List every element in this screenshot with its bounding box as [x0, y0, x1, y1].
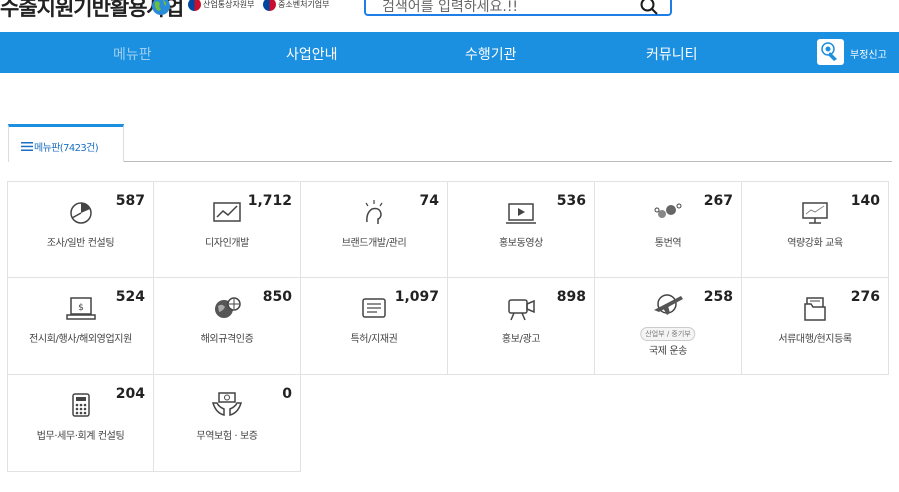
tab-menu[interactable]: 메뉴판(7423건) [8, 124, 124, 162]
video-icon [506, 203, 536, 224]
ministry-logo-sme[interactable]: 중소벤처기업부 [263, 0, 330, 11]
search-box[interactable]: 검색어를 입력하세요.!! [364, 0, 672, 16]
menu-card[interactable]: 276 서류대행/현지등록 [742, 278, 889, 375]
menu-card[interactable]: 258 산업부 / 중기부 국제 운송 [595, 278, 742, 375]
education-icon [802, 202, 828, 224]
menu-icon [21, 142, 33, 151]
card-label: 디자인개발 [204, 238, 249, 249]
calculator-icon [71, 393, 90, 417]
patent-icon [362, 298, 386, 318]
card-count: 276 [850, 289, 880, 305]
transport-icon [654, 294, 683, 315]
card-count: 850 [262, 289, 292, 305]
card-count: 524 [115, 289, 145, 305]
menu-card[interactable]: 74 브랜드개발/관리 [301, 181, 448, 278]
taegeuk-icon [263, 0, 276, 11]
card-label: 법무·세무·회계 컨설팅 [36, 431, 125, 442]
report-button[interactable] [817, 39, 844, 65]
top-header: 수출지원기반활용사업 산업통상자원부 중소벤처기업부 검색어를 입력하세요.!! [0, 0, 899, 32]
card-label: 서류대행/현지등록 [778, 334, 852, 345]
menu-card[interactable]: 267 통번역 [595, 181, 742, 278]
card-count: 74 [419, 193, 439, 209]
card-label: 국제 운송 [649, 346, 687, 357]
ministry-badge: 산업부 / 중기부 [640, 327, 696, 341]
card-label: 통번역 [654, 238, 682, 249]
menu-card[interactable]: 587 조사/일반 컨설팅 [7, 181, 154, 278]
insurance-icon [211, 392, 243, 416]
translation-icon [654, 203, 682, 218]
taegeuk-icon [188, 0, 201, 11]
svg-text:$: $ [78, 303, 84, 313]
card-count: 1,097 [394, 289, 439, 305]
card-count: 204 [115, 386, 145, 402]
ministry-sme-label: 중소벤처기업부 [278, 0, 330, 9]
card-label: 전시회/행사/해외영업지원 [29, 334, 132, 345]
document-icon [804, 297, 826, 321]
exhibition-icon: $ [65, 297, 96, 320]
nav-item-business[interactable]: 사업안내 [286, 44, 338, 64]
chart-icon [69, 202, 92, 224]
card-label: 홍보동영상 [498, 238, 543, 249]
search-icon[interactable] [640, 0, 658, 15]
menu-card[interactable]: 536 홍보동영상 [448, 181, 595, 278]
menu-card[interactable]: 1,097 특허/지재권 [301, 278, 448, 375]
menu-card[interactable]: 898 홍보/광고 [448, 278, 595, 375]
nav-item-community[interactable]: 커뮤니티 [646, 44, 698, 64]
tab-label: 메뉴판(7423건) [34, 143, 99, 154]
card-count: 1,712 [247, 193, 292, 209]
card-count: 0 [282, 386, 292, 402]
card-label: 특허/지재권 [350, 334, 398, 345]
card-count: 898 [556, 289, 586, 305]
certification-icon [215, 297, 241, 318]
menu-card[interactable]: 140 역량강화 교육 [742, 181, 889, 278]
ministry-trade-label: 산업통상자원부 [203, 0, 255, 9]
card-label: 브랜드개발/관리 [341, 238, 407, 249]
card-label: 홍보/광고 [501, 334, 541, 345]
card-count: 267 [703, 193, 733, 209]
card-count: 140 [850, 193, 880, 209]
divider [124, 161, 892, 162]
nav-item-menu[interactable]: 메뉴판 [113, 44, 152, 64]
globe-icon [152, 0, 170, 15]
main-nav: 메뉴판 사업안내 수행기관 커뮤니티 부정신고 [0, 32, 899, 73]
design-icon [213, 202, 241, 222]
menu-card[interactable]: 1,712 디자인개발 [154, 181, 301, 278]
search-input[interactable]: 검색어를 입력하세요.!! [382, 0, 518, 16]
hand-touch-icon [821, 42, 837, 61]
menu-card[interactable]: 524 $ 전시회/행사/해외영업지원 [7, 278, 154, 375]
menu-card[interactable]: 0 무역보험 · 보증 [154, 375, 301, 472]
report-label[interactable]: 부정신고 [850, 46, 887, 61]
card-count: 587 [115, 193, 145, 209]
nav-item-agencies[interactable]: 수행기관 [465, 44, 517, 64]
card-count: 536 [556, 193, 586, 209]
card-count: 258 [703, 289, 733, 305]
card-label: 역량강화 교육 [787, 238, 843, 249]
card-label: 무역보험 · 보증 [196, 431, 258, 442]
advertising-icon [508, 299, 535, 321]
menu-card[interactable]: 850 해외규격인증 [154, 278, 301, 375]
card-label: 조사/일반 컨설팅 [46, 238, 115, 249]
card-label: 해외규격인증 [200, 334, 254, 345]
menu-card[interactable]: 204 법무·세무·회계 컨설팅 [7, 375, 154, 472]
idea-icon [365, 200, 383, 224]
ministry-logo-trade[interactable]: 산업통상자원부 [188, 0, 255, 11]
